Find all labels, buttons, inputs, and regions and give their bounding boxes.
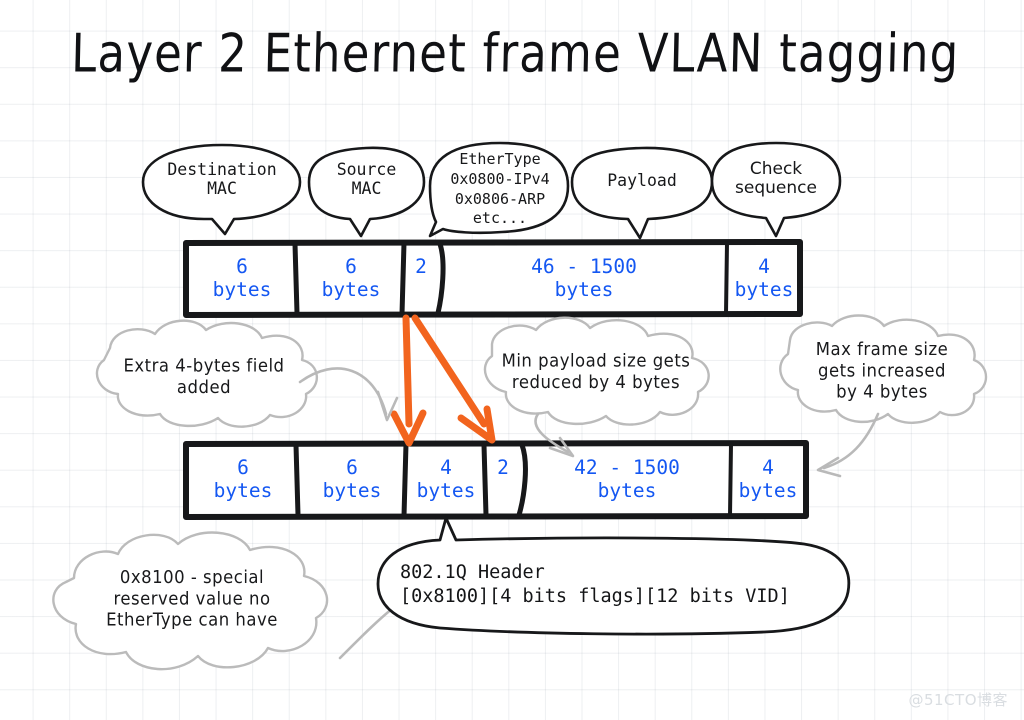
frame-cell-label-untagged-payload: 46 - 1500 bytes xyxy=(531,255,637,301)
orange-arrow-vertical xyxy=(390,314,427,447)
page-title: Layer 2 Ethernet frame VLAN tagging xyxy=(70,22,961,85)
frame-cell-label-tagged-dest-mac: 6 bytes xyxy=(213,456,273,502)
callout-label-destination-mac: Destination MAC xyxy=(167,160,277,198)
callout-label-payload: Payload xyxy=(607,171,677,190)
vlan-header-note-line2: [0x8100][4 bits flags][12 bits VID] xyxy=(400,586,790,607)
vlan-header-note-line1: 802.1Q Header xyxy=(400,562,545,583)
cloud-label-max-frame: Max frame size gets increased by 4 bytes xyxy=(815,339,949,402)
cloud-label-min-payload: Min payload size gets reduced by 4 bytes xyxy=(501,350,691,392)
frame-cell-label-untagged-ethertype: 2 xyxy=(415,255,427,278)
frame-cell-label-untagged-src-mac: 6 bytes xyxy=(321,255,381,301)
callout-label-check-sequence: Check sequence xyxy=(735,159,817,199)
frame-cell-label-tagged-ethertype: 2 xyxy=(497,456,509,479)
frame-cell-label-tagged-fcs: 4 bytes xyxy=(738,456,798,502)
callout-label-ethertype: EtherType 0x0800-IPv4 0x0806-ARP etc... xyxy=(450,150,550,228)
cloud-label-extra-field: Extra 4-bytes field added xyxy=(123,355,285,397)
frame-cell-label-tagged-payload: 42 - 1500 bytes xyxy=(574,456,680,502)
callout-label-source-mac: Source MAC xyxy=(336,160,397,198)
cloud-label-reserved-value: 0x8100 - special reserved value no Ether… xyxy=(106,567,278,630)
connector-max-frame xyxy=(816,412,880,478)
frame-cell-label-tagged-src-mac: 6 bytes xyxy=(322,456,382,502)
orange-arrow-diagonal xyxy=(411,314,496,444)
watermark: @51CTO博客 xyxy=(908,691,1008,709)
callout-payload xyxy=(570,146,714,240)
frame-cell-label-untagged-fcs: 4 bytes xyxy=(734,255,794,301)
frame-cell-label-untagged-dest-mac: 6 bytes xyxy=(212,255,272,301)
frame-cell-label-tagged-vlan-tag: 4 bytes xyxy=(416,456,476,502)
